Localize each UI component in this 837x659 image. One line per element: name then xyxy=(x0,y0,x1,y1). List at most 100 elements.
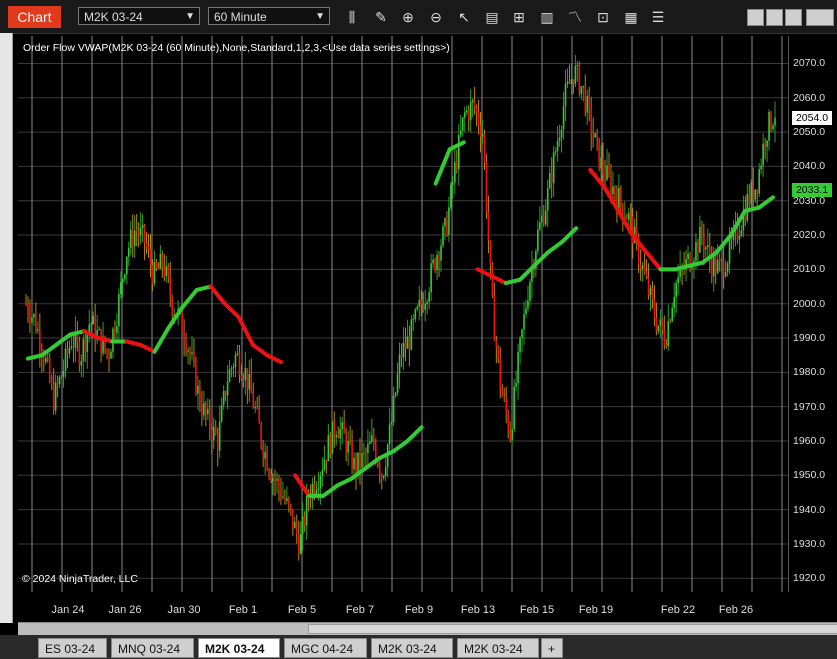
candle-body xyxy=(290,504,292,510)
candle-body xyxy=(264,451,266,459)
candle-body xyxy=(404,342,407,349)
candle-body xyxy=(707,245,709,248)
candle-body xyxy=(222,391,225,406)
chart-tab[interactable]: MGC 04-24 xyxy=(284,638,367,658)
candle-body xyxy=(68,347,71,354)
instrument-selector[interactable]: M2K 03-24 ▼ xyxy=(78,7,200,25)
zoom-in-icon[interactable]: ⊕ xyxy=(399,8,417,26)
y-tick-label: 2050.0 xyxy=(793,126,826,139)
bars-icon[interactable]: ⫼ xyxy=(343,8,361,26)
candle-body xyxy=(608,165,610,174)
candle-body xyxy=(145,243,148,248)
indicator-icon[interactable]: 〽 xyxy=(566,8,584,26)
vwap-segment xyxy=(180,287,199,310)
candle-body xyxy=(347,441,349,453)
last-price-badge: 2054.0 xyxy=(792,111,832,126)
close-button[interactable] xyxy=(806,9,834,26)
candle-body xyxy=(483,134,486,163)
candle-body xyxy=(131,229,134,247)
candle-body xyxy=(280,488,282,498)
candle-body xyxy=(199,385,201,407)
candle-body xyxy=(594,133,596,138)
chevron-down-icon: ▼ xyxy=(315,11,325,22)
vwap-segment xyxy=(630,233,649,255)
candle-body xyxy=(568,81,571,84)
candle-body xyxy=(602,157,604,174)
chart-tab[interactable]: M2K 03-24 xyxy=(457,638,539,658)
candle-body xyxy=(446,218,448,235)
pencil-icon[interactable]: ✎ xyxy=(372,8,390,26)
candle-body xyxy=(39,329,41,351)
candle-body xyxy=(598,138,600,169)
candle-body xyxy=(647,276,650,295)
candle-body xyxy=(286,498,288,501)
more-icon[interactable]: ☰ xyxy=(649,8,667,26)
candle-body xyxy=(469,102,472,121)
drawing-icon[interactable]: ⊡ xyxy=(594,8,612,26)
candle-body xyxy=(120,282,122,295)
candle-body xyxy=(153,261,156,284)
candle-body xyxy=(701,227,703,236)
vwap-segment xyxy=(54,332,73,347)
restore-button[interactable] xyxy=(766,9,783,26)
candle-body xyxy=(319,475,322,489)
maximize-button[interactable] xyxy=(785,9,802,26)
chart-tab[interactable]: ES 03-24 xyxy=(38,638,107,658)
candle-body xyxy=(303,516,306,526)
candle-body xyxy=(461,117,464,131)
candle-body xyxy=(651,288,654,300)
template-icon[interactable]: ▦ xyxy=(622,8,640,26)
x-tick-label: Feb 13 xyxy=(460,604,496,616)
candle-body xyxy=(248,374,251,390)
chart-tab[interactable]: M2K 03-24 xyxy=(371,638,453,658)
properties-icon[interactable]: ⊞ xyxy=(510,8,528,26)
data-box-icon[interactable]: ▤ xyxy=(483,8,501,26)
scrollbar-thumb[interactable] xyxy=(308,624,837,634)
candle-body xyxy=(467,110,470,121)
candle-body xyxy=(669,321,672,323)
candle-body xyxy=(501,388,504,397)
candle-body xyxy=(544,210,547,225)
candle-body xyxy=(327,435,330,462)
candle-body xyxy=(606,165,608,180)
candle-body xyxy=(37,329,39,331)
candle-body xyxy=(586,96,589,113)
candle-body xyxy=(35,314,37,331)
chart-panel[interactable] xyxy=(18,36,788,592)
candle-body xyxy=(511,429,513,441)
interval-selector[interactable]: 60 Minute ▼ xyxy=(208,7,330,25)
candle-body xyxy=(456,162,458,169)
candle-body xyxy=(371,435,373,442)
add-tab-button[interactable]: + xyxy=(541,638,563,658)
candle-body xyxy=(193,352,195,361)
candle-body xyxy=(272,478,274,482)
candle-body xyxy=(171,297,174,316)
pointer-icon[interactable]: ↖ xyxy=(455,8,473,26)
candle-body xyxy=(373,435,375,445)
candle-body xyxy=(459,130,462,135)
candle-body xyxy=(487,211,490,241)
vwap-segment xyxy=(321,483,340,498)
candle-body xyxy=(714,256,717,273)
candle-body xyxy=(436,254,438,270)
candle-body xyxy=(100,329,102,354)
chart-tab[interactable]: MNQ 03-24 xyxy=(111,638,194,658)
minimize-button[interactable] xyxy=(747,9,764,26)
y-tick-label: 1930.0 xyxy=(793,537,826,550)
candle-body xyxy=(122,279,124,283)
candle-body xyxy=(301,516,304,535)
candle-body xyxy=(730,238,733,240)
zoom-out-icon[interactable]: ⊖ xyxy=(427,8,445,26)
candle-body xyxy=(629,212,632,217)
strategy-icon[interactable]: ▥ xyxy=(538,8,556,26)
candle-body xyxy=(143,225,146,244)
vwap-segment xyxy=(264,353,284,365)
horizontal-scrollbar[interactable] xyxy=(18,622,837,636)
time-axis[interactable]: Jan 24 Jan 26 Jan 30 Feb 1 Feb 5 Feb 7 Feb 9 Fe… xyxy=(18,592,788,622)
candle-body xyxy=(770,112,772,130)
candle-body xyxy=(367,443,369,453)
candle-body xyxy=(521,329,523,338)
chart-tab[interactable]: M2K 03-24 xyxy=(198,638,280,658)
candle-body xyxy=(323,459,326,470)
candle-body xyxy=(495,340,498,347)
